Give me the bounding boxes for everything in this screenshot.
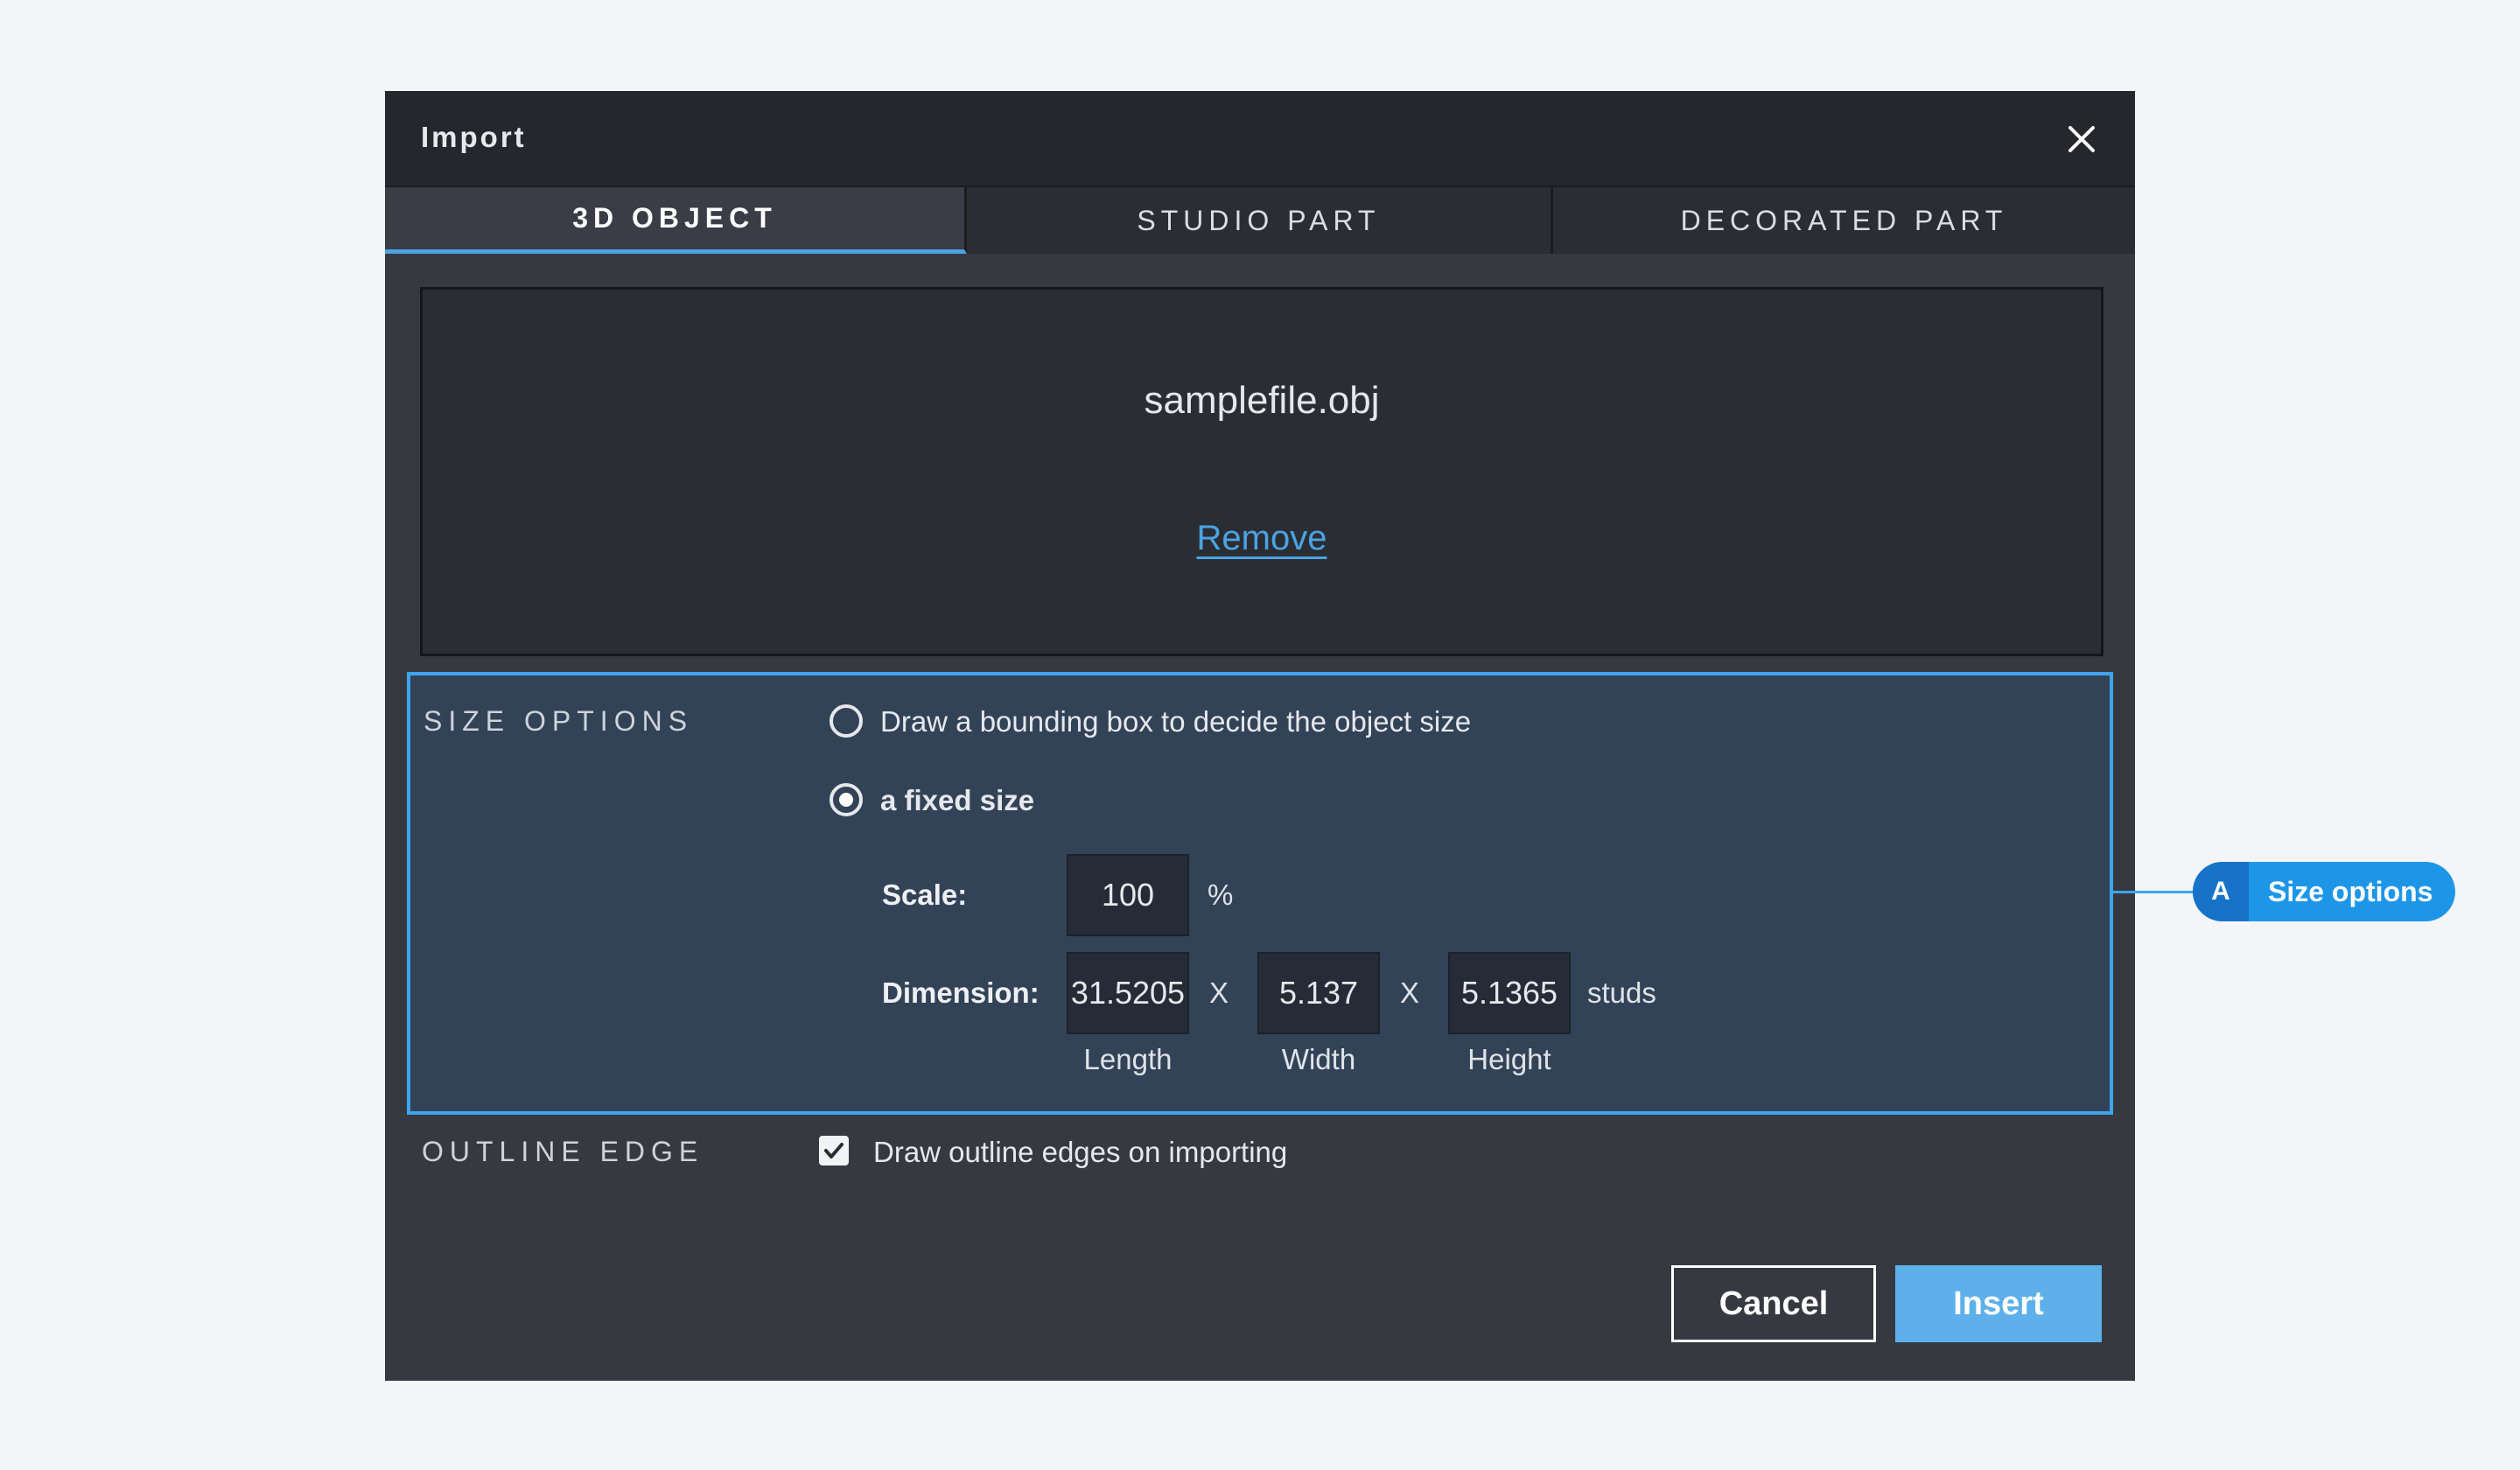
outline-edge-checkbox[interactable]: [819, 1136, 849, 1166]
dimension-unit: studs: [1587, 976, 1656, 1009]
tab-studio-part[interactable]: STUDIO PART: [967, 186, 1553, 254]
dimension-separator-1: X: [1209, 976, 1229, 1009]
remove-file-link-row: Remove: [423, 519, 2101, 558]
insert-button[interactable]: Insert: [1895, 1265, 2102, 1342]
import-tabs: 3D OBJECT STUDIO PART DECORATED PART: [385, 186, 2135, 254]
height-caption: Height: [1467, 1043, 1551, 1075]
outline-edge-checkbox-label[interactable]: Draw outline edges on importing: [873, 1136, 1287, 1169]
size-options-panel: SIZE OPTIONS Draw a bounding box to deci…: [407, 672, 2113, 1115]
dimension-separator-2: X: [1400, 976, 1420, 1009]
file-drop-area: samplefile.obj Remove: [420, 287, 2104, 656]
radio-bounding-box[interactable]: [830, 704, 863, 738]
radio-fixed-size[interactable]: [830, 783, 863, 816]
callout-text: Size options: [2268, 875, 2433, 907]
width-caption: Width: [1281, 1043, 1356, 1075]
close-icon[interactable]: [2062, 119, 2102, 159]
option-fixed-size-label[interactable]: a fixed size: [880, 784, 1034, 817]
dialog-title: Import: [421, 121, 527, 153]
length-input[interactable]: 31.5205: [1067, 952, 1189, 1034]
scale-label: Scale:: [882, 878, 968, 911]
scale-unit: %: [1208, 878, 1234, 911]
option-bounding-box-label[interactable]: Draw a bounding box to decide the object…: [880, 705, 1471, 738]
checkmark-icon: [824, 1143, 844, 1158]
cancel-button[interactable]: Cancel: [1671, 1265, 1876, 1342]
callout-letter: A: [2193, 862, 2249, 921]
tab-decorated-part[interactable]: DECORATED PART: [1553, 186, 2135, 254]
height-input[interactable]: 5.1365: [1448, 952, 1571, 1034]
dialog-titlebar: Import: [385, 91, 2135, 186]
dimension-label: Dimension:: [882, 976, 1040, 1009]
scale-input[interactable]: 100: [1067, 854, 1189, 936]
length-caption: Length: [1083, 1043, 1172, 1075]
file-name: samplefile.obj: [1144, 379, 1380, 422]
size-options-heading: SIZE OPTIONS: [424, 705, 694, 737]
outline-edge-heading: OUTLINE EDGE: [422, 1136, 704, 1167]
import-dialog: Import 3D OBJECT STUDIO PART DECORATED P…: [385, 91, 2135, 1381]
size-options-callout: A Size options: [2193, 862, 2455, 921]
callout-connector-line: [2112, 891, 2196, 893]
width-input[interactable]: 5.137: [1257, 952, 1380, 1034]
remove-file-link[interactable]: Remove: [1197, 519, 1327, 557]
tab-3d-object[interactable]: 3D OBJECT: [385, 186, 967, 254]
